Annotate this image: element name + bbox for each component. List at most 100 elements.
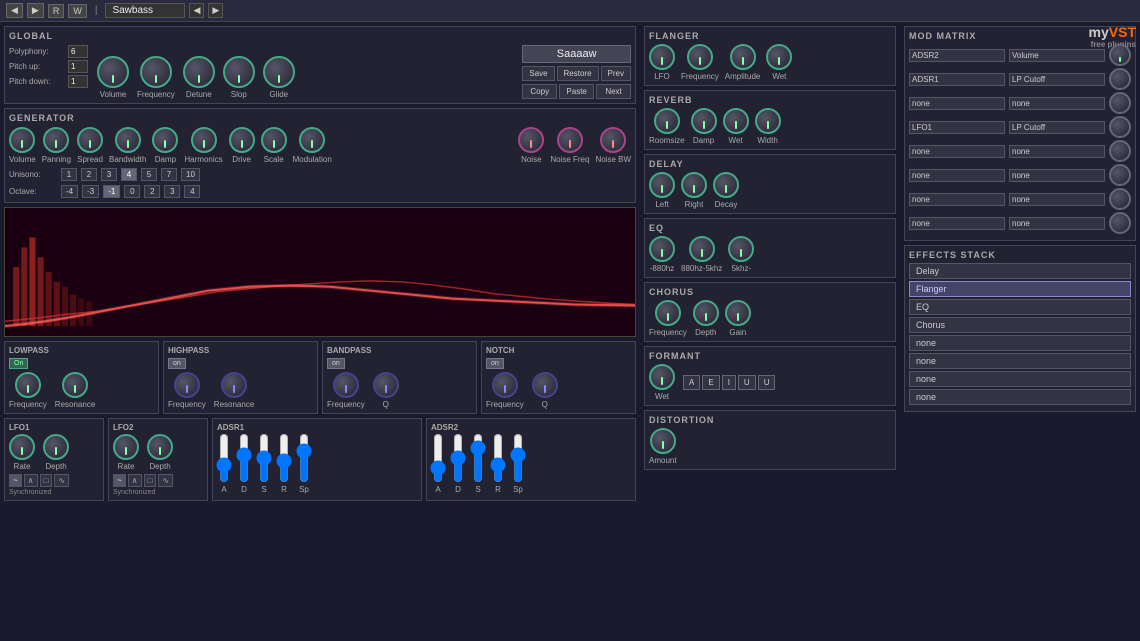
effect-none-2[interactable]: none bbox=[909, 353, 1131, 369]
lowpass-on-btn[interactable]: On bbox=[9, 358, 28, 369]
knob-volume-global-control[interactable] bbox=[97, 56, 129, 88]
unison-10[interactable]: 10 bbox=[181, 168, 200, 181]
mod-dest-2[interactable]: none bbox=[1009, 97, 1105, 110]
reverb-width-knob[interactable] bbox=[755, 108, 781, 134]
reverb-wet-knob[interactable] bbox=[723, 108, 749, 134]
mod-knob-7[interactable] bbox=[1109, 212, 1131, 234]
mod-dest-1[interactable]: LP Cutoff bbox=[1009, 73, 1105, 86]
formant-u1[interactable]: U bbox=[738, 375, 756, 390]
lfo2-wave-rnd[interactable]: ∿ bbox=[158, 474, 173, 487]
mod-source-7[interactable]: none bbox=[909, 217, 1005, 230]
bandpass-freq-knob[interactable] bbox=[333, 372, 359, 398]
unison-3[interactable]: 3 bbox=[101, 168, 117, 181]
notch-q-knob[interactable] bbox=[532, 372, 558, 398]
prev-btn[interactable]: Prev bbox=[601, 66, 631, 81]
lfo2-depth-knob[interactable] bbox=[147, 434, 173, 460]
unison-2[interactable]: 2 bbox=[81, 168, 97, 181]
lfo1-wave-sq[interactable]: □ bbox=[40, 474, 53, 487]
eq-low-knob[interactable] bbox=[649, 236, 675, 262]
oct-4[interactable]: 4 bbox=[184, 185, 200, 198]
reverb-roomsize-knob[interactable] bbox=[654, 108, 680, 134]
knob-freq-global-control[interactable] bbox=[140, 56, 172, 88]
effect-delay[interactable]: Delay bbox=[909, 263, 1131, 279]
chorus-depth-knob[interactable] bbox=[693, 300, 719, 326]
chorus-gain-knob[interactable] bbox=[725, 300, 751, 326]
lowpass-freq-knob[interactable] bbox=[15, 372, 41, 398]
adsr1-release-slider[interactable] bbox=[277, 433, 291, 483]
gen-damp-knob[interactable] bbox=[152, 127, 178, 153]
flanger-lfo-knob[interactable] bbox=[649, 44, 675, 70]
lfo2-wave-tri[interactable]: ∧ bbox=[128, 474, 142, 487]
mod-dest-4[interactable]: none bbox=[1009, 145, 1105, 158]
highpass-freq-knob[interactable] bbox=[174, 372, 200, 398]
btn-back[interactable]: ◀ bbox=[6, 3, 23, 18]
unison-7[interactable]: 7 bbox=[161, 168, 177, 181]
mod-knob-3[interactable] bbox=[1109, 116, 1131, 138]
mod-knob-0[interactable] bbox=[1109, 44, 1131, 66]
bandpass-q-knob[interactable] bbox=[373, 372, 399, 398]
gen-scale-knob[interactable] bbox=[261, 127, 287, 153]
flanger-freq-knob[interactable] bbox=[687, 44, 713, 70]
unison-4[interactable]: 4 bbox=[121, 168, 137, 181]
formant-u2[interactable]: U bbox=[758, 375, 776, 390]
lfo2-rate-knob[interactable] bbox=[113, 434, 139, 460]
next-btn[interactable]: Next bbox=[596, 84, 631, 99]
delay-decay-knob[interactable] bbox=[713, 172, 739, 198]
copy-btn[interactable]: Copy bbox=[522, 84, 557, 99]
unison-5[interactable]: 5 bbox=[141, 168, 157, 181]
formant-i[interactable]: I bbox=[722, 375, 736, 390]
gen-noise-knob[interactable] bbox=[518, 127, 544, 153]
lfo1-wave-rnd[interactable]: ∿ bbox=[54, 474, 69, 487]
lfo1-rate-knob[interactable] bbox=[9, 434, 35, 460]
formant-wet-knob[interactable] bbox=[649, 364, 675, 390]
flanger-amp-knob[interactable] bbox=[730, 44, 756, 70]
notch-on-btn[interactable]: on bbox=[486, 358, 504, 369]
lfo2-wave-sine[interactable]: ~ bbox=[113, 474, 126, 487]
pitch-up-input[interactable] bbox=[68, 60, 88, 73]
gen-modulation-knob[interactable] bbox=[299, 127, 325, 153]
oct-n4[interactable]: -4 bbox=[61, 185, 78, 198]
gen-spread-knob[interactable] bbox=[77, 127, 103, 153]
oct-n3[interactable]: -3 bbox=[82, 185, 99, 198]
mod-source-1[interactable]: ADSR1 bbox=[909, 73, 1005, 86]
adsr2-sp-slider[interactable] bbox=[511, 433, 525, 483]
chorus-freq-knob[interactable] bbox=[655, 300, 681, 326]
eq-mid-knob[interactable] bbox=[689, 236, 715, 262]
adsr1-sustain-slider[interactable] bbox=[257, 433, 271, 483]
effect-flanger[interactable]: Flanger bbox=[909, 281, 1131, 297]
pitch-down-input[interactable] bbox=[68, 75, 88, 88]
preset-next[interactable]: ▶ bbox=[208, 3, 223, 18]
adsr2-sustain-slider[interactable] bbox=[471, 433, 485, 483]
mod-source-3[interactable]: LFO1 bbox=[909, 121, 1005, 134]
mod-knob-4[interactable] bbox=[1109, 140, 1131, 162]
flanger-wet-knob[interactable] bbox=[766, 44, 792, 70]
lfo1-wave-sine[interactable]: ~ bbox=[9, 474, 22, 487]
mod-dest-3[interactable]: LP Cutoff bbox=[1009, 121, 1105, 134]
mod-source-2[interactable]: none bbox=[909, 97, 1005, 110]
gen-noise-bw-knob[interactable] bbox=[600, 127, 626, 153]
btn-r[interactable]: R bbox=[48, 4, 65, 18]
lowpass-res-knob[interactable] bbox=[62, 372, 88, 398]
adsr1-sp-slider[interactable] bbox=[297, 433, 311, 483]
mod-source-6[interactable]: none bbox=[909, 193, 1005, 206]
restore-btn[interactable]: Restore bbox=[557, 66, 599, 81]
save-btn[interactable]: Save bbox=[522, 66, 554, 81]
mod-source-5[interactable]: none bbox=[909, 169, 1005, 182]
btn-w[interactable]: W bbox=[68, 4, 87, 18]
highpass-res-knob[interactable] bbox=[221, 372, 247, 398]
formant-e[interactable]: E bbox=[702, 375, 719, 390]
preset-prev[interactable]: ◀ bbox=[189, 3, 204, 18]
mod-knob-5[interactable] bbox=[1109, 164, 1131, 186]
lfo1-depth-knob[interactable] bbox=[43, 434, 69, 460]
paste-btn[interactable]: Paste bbox=[559, 84, 594, 99]
highpass-on-btn[interactable]: on bbox=[168, 358, 186, 369]
adsr1-decay-slider[interactable] bbox=[237, 433, 251, 483]
delay-right-knob[interactable] bbox=[681, 172, 707, 198]
lfo1-wave-tri[interactable]: ∧ bbox=[24, 474, 38, 487]
reverb-damp-knob[interactable] bbox=[691, 108, 717, 134]
knob-detune-global-control[interactable] bbox=[183, 56, 215, 88]
adsr2-decay-slider[interactable] bbox=[451, 433, 465, 483]
mod-source-4[interactable]: none bbox=[909, 145, 1005, 158]
knob-glide-global-control[interactable] bbox=[263, 56, 295, 88]
oct-0[interactable]: 0 bbox=[124, 185, 140, 198]
